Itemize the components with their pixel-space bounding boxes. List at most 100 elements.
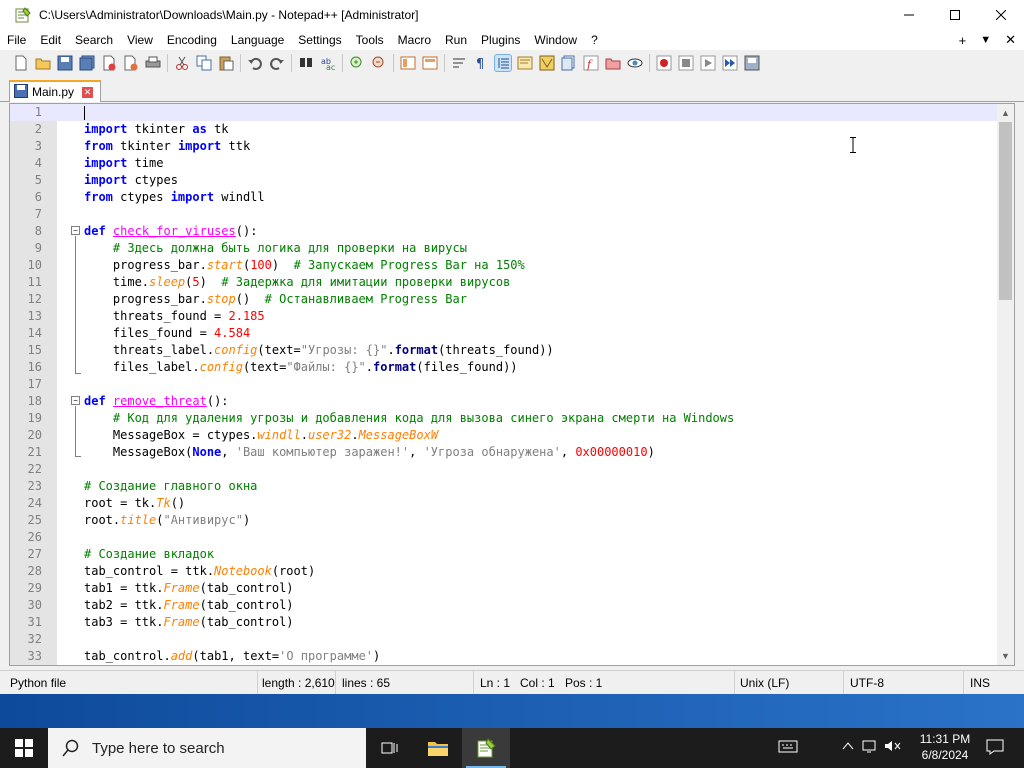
- word-wrap-icon[interactable]: [451, 55, 467, 71]
- zoom-out-icon[interactable]: [371, 55, 387, 71]
- undo-icon[interactable]: [247, 55, 263, 71]
- menu-window[interactable]: Window: [527, 30, 584, 50]
- sync-horizontal-icon[interactable]: [422, 55, 438, 71]
- paste-icon[interactable]: [218, 55, 234, 71]
- menu-tools[interactable]: Tools: [349, 30, 391, 50]
- redo-icon[interactable]: [269, 55, 285, 71]
- tab-main-py[interactable]: Main.py ✕: [9, 80, 101, 102]
- code-line[interactable]: 15 threats_label.config(text="Угрозы: {}…: [10, 342, 998, 359]
- document-list-icon[interactable]: [561, 55, 577, 71]
- code-line[interactable]: 20 MessageBox = ctypes.windll.user32.Mes…: [10, 427, 998, 444]
- code-line[interactable]: 1: [10, 104, 998, 121]
- zoom-in-icon[interactable]: [349, 55, 365, 71]
- code-line[interactable]: 19 # Код для удаления угрозы и добавлени…: [10, 410, 998, 427]
- menu-help[interactable]: ?: [584, 30, 605, 50]
- code-line[interactable]: 10 progress_bar.start(100) # Запускаем P…: [10, 257, 998, 274]
- copy-icon[interactable]: [196, 55, 212, 71]
- save-macro-icon[interactable]: [744, 55, 760, 71]
- menu-encoding[interactable]: Encoding: [160, 30, 224, 50]
- taskbar-search-box[interactable]: Type here to search: [48, 728, 366, 768]
- code-line[interactable]: 14 files_found = 4.584: [10, 325, 998, 342]
- menu-view[interactable]: View: [120, 30, 160, 50]
- start-button[interactable]: [0, 728, 48, 768]
- close-button[interactable]: [978, 0, 1024, 30]
- close-all-icon[interactable]: [123, 55, 139, 71]
- chevron-up-icon[interactable]: [842, 739, 854, 754]
- code-line[interactable]: 4 import time: [10, 155, 998, 172]
- menu-language[interactable]: Language: [224, 30, 291, 50]
- menu-search[interactable]: Search: [68, 30, 120, 50]
- code-line[interactable]: 8 def check_for_viruses():: [10, 223, 998, 240]
- show-all-characters-icon[interactable]: ¶: [473, 55, 489, 72]
- code-line[interactable]: 25 root.title("Антивирус"): [10, 512, 998, 529]
- close-file-icon[interactable]: [101, 55, 117, 71]
- indent-guide-icon[interactable]: [494, 54, 512, 72]
- close-document-button[interactable]: ✕: [1005, 32, 1016, 48]
- volume-muted-icon[interactable]: [884, 739, 902, 756]
- action-center-icon[interactable]: [986, 739, 1004, 758]
- run-macro-multiple-icon[interactable]: [722, 55, 738, 71]
- scrollbar-thumb[interactable]: [999, 122, 1012, 300]
- code-line[interactable]: 24 root = tk.Tk(): [10, 495, 998, 512]
- record-macro-icon[interactable]: [656, 55, 672, 71]
- code-line[interactable]: 2 import tkinter as tk: [10, 121, 998, 138]
- save-all-icon[interactable]: [79, 55, 95, 71]
- code-line[interactable]: 16 files_label.config(text="Файлы: {}".f…: [10, 359, 998, 376]
- network-icon[interactable]: [862, 739, 878, 756]
- code-line[interactable]: 7: [10, 206, 998, 223]
- replace-icon[interactable]: ab ac: [320, 55, 336, 72]
- sync-vertical-icon[interactable]: [400, 55, 416, 71]
- code-line[interactable]: 5 import ctypes: [10, 172, 998, 189]
- code-line[interactable]: 6 from ctypes import windll: [10, 189, 998, 206]
- code-line[interactable]: 23 # Создание главного окна: [10, 478, 998, 495]
- code-line[interactable]: 9 # Здесь должна быть логика для проверк…: [10, 240, 998, 257]
- code-line[interactable]: 32: [10, 631, 998, 648]
- code-line[interactable]: 22: [10, 461, 998, 478]
- code-line[interactable]: 30 tab2 = ttk.Frame(tab_control): [10, 597, 998, 614]
- menu-plugins[interactable]: Plugins: [474, 30, 527, 50]
- new-tab-plus-button[interactable]: +: [959, 33, 967, 48]
- vertical-scrollbar[interactable]: ▲ ▼: [997, 104, 1014, 665]
- fold-toggle-remove-threat[interactable]: −: [71, 396, 80, 405]
- menu-settings[interactable]: Settings: [291, 30, 348, 50]
- code-line[interactable]: 17: [10, 376, 998, 393]
- menu-macro[interactable]: Macro: [391, 30, 438, 50]
- cut-icon[interactable]: [174, 55, 190, 71]
- code-line[interactable]: 13 threats_found = 2.185: [10, 308, 998, 325]
- code-line[interactable]: 33 tab_control.add(tab1, text='О программ…: [10, 648, 998, 665]
- scroll-up-arrow-icon[interactable]: ▲: [1001, 108, 1010, 118]
- find-icon[interactable]: [298, 55, 314, 71]
- menu-run[interactable]: Run: [438, 30, 474, 50]
- monitoring-icon[interactable]: [627, 55, 643, 71]
- fold-toggle-check-for-viruses[interactable]: −: [71, 226, 80, 235]
- file-explorer-taskbar-button[interactable]: [414, 728, 462, 768]
- notepadpp-taskbar-button[interactable]: [462, 728, 510, 768]
- code-line[interactable]: 28 tab_control = ttk.Notebook(root): [10, 563, 998, 580]
- open-file-icon[interactable]: [35, 55, 51, 71]
- stop-recording-icon[interactable]: [678, 55, 694, 71]
- folder-as-workspace-icon[interactable]: [605, 55, 621, 71]
- user-language-icon[interactable]: [517, 55, 533, 71]
- tab-close-icon[interactable]: ✕: [82, 86, 94, 98]
- code-editor[interactable]: 1 2 import tkinter as tk 3 from tkinter impo…: [9, 103, 1015, 666]
- new-file-icon[interactable]: [13, 55, 29, 71]
- code-line[interactable]: 31 tab3 = ttk.Frame(tab_control): [10, 614, 998, 631]
- code-line[interactable]: 21 MessageBox(None, 'Ваш компьютер зараж…: [10, 444, 998, 461]
- code-line[interactable]: 11 time.sleep(5) # Задержка для имитации…: [10, 274, 998, 291]
- function-list-icon[interactable]: f: [583, 55, 599, 71]
- scroll-down-arrow-icon[interactable]: ▼: [1001, 651, 1010, 661]
- minimize-button[interactable]: [886, 0, 932, 30]
- status-insert-mode[interactable]: INS: [966, 671, 1016, 695]
- taskbar-clock[interactable]: 11:31 PM 6/8/2024: [910, 731, 980, 763]
- status-eol-format[interactable]: Unix (LF): [736, 671, 844, 695]
- code-line[interactable]: 18 def remove_threat():: [10, 393, 998, 410]
- document-map-icon[interactable]: [539, 55, 555, 71]
- status-encoding[interactable]: UTF-8: [846, 671, 964, 695]
- task-view-button[interactable]: [366, 728, 414, 768]
- menu-file[interactable]: File: [0, 30, 33, 50]
- code-line[interactable]: 27 # Создание вкладок: [10, 546, 998, 563]
- code-line[interactable]: 26: [10, 529, 998, 546]
- notification-overflow-icon[interactable]: [778, 738, 798, 757]
- tab-list-dropdown-button[interactable]: ▼: [980, 34, 991, 46]
- code-line[interactable]: 12 progress_bar.stop() # Останавливаем P…: [10, 291, 998, 308]
